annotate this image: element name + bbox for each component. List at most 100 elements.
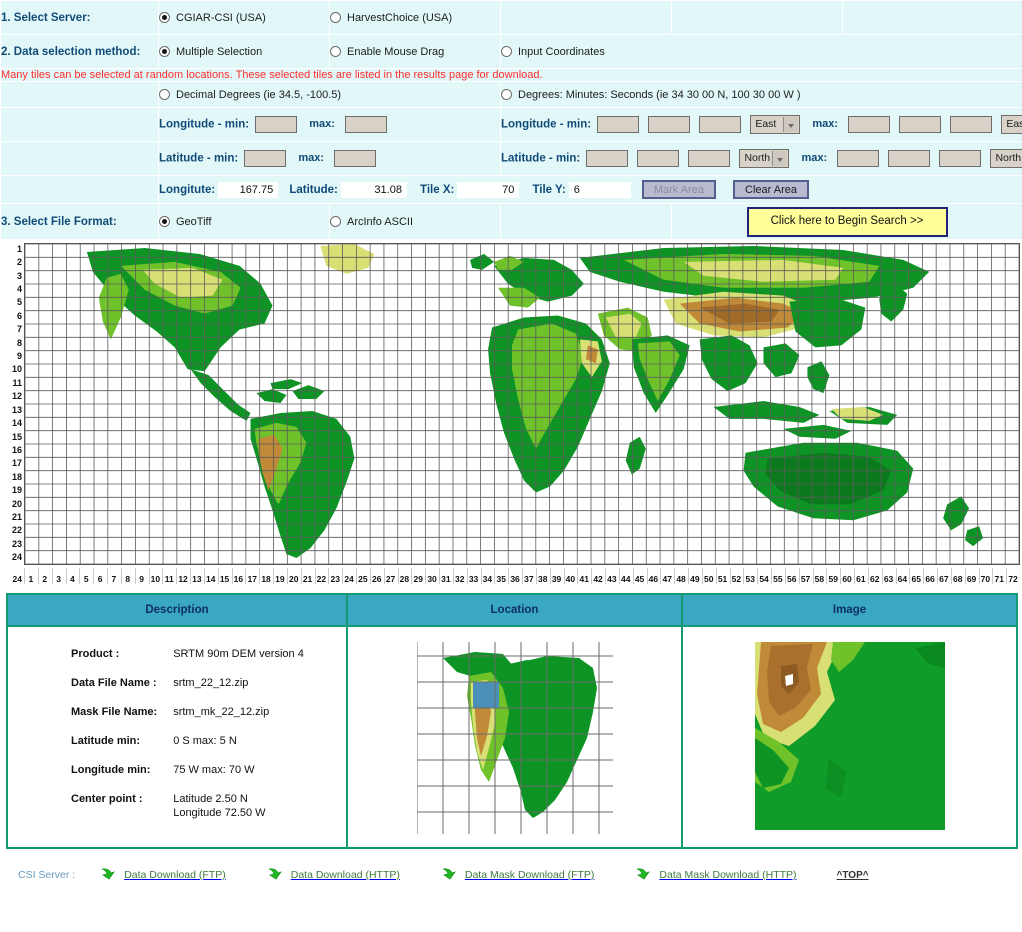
- method-option-multiple[interactable]: Multiple Selection: [158, 34, 330, 69]
- map-column-separator: [273, 568, 274, 584]
- map-column-label: 30: [427, 574, 437, 584]
- latitude-inputs-row: Latitude - min: max: Latitude - min: Nor…: [0, 141, 1022, 176]
- map-column-separator: [65, 568, 67, 584]
- dd-latitude-max-input[interactable]: [334, 150, 377, 167]
- dms-lat-min-direction-select[interactable]: North: [739, 149, 790, 168]
- link-mask-download-ftp[interactable]: Data Mask Download (FTP): [440, 867, 594, 884]
- radio-arcinfo-ascii-icon[interactable]: [330, 215, 341, 227]
- method-inputcoords-label: Input Coordinates: [518, 45, 605, 58]
- header-description: Description: [6, 593, 348, 627]
- map-column-separator: [660, 568, 662, 584]
- dms-lat-max-seconds-input[interactable]: [939, 150, 982, 167]
- map-column-label: 3: [56, 574, 61, 584]
- begin-search-button[interactable]: Click here to Begin Search >>: [746, 206, 948, 237]
- radio-cgiar-icon[interactable]: [159, 11, 170, 23]
- dms-lon-max-deg-input[interactable]: [848, 116, 891, 133]
- map-column-separator: [190, 568, 191, 584]
- map-column-label: 61: [856, 574, 866, 584]
- map-column-separator: [24, 568, 25, 584]
- map-column-label: 52: [731, 574, 742, 584]
- format-option-ascii[interactable]: ArcInfo ASCII: [329, 203, 501, 240]
- dms-lat-min-seconds-input[interactable]: [688, 150, 731, 167]
- dms-lon-min-minutes-input[interactable]: [648, 116, 691, 133]
- radio-multiple-selection-icon[interactable]: [159, 45, 170, 57]
- radio-mouse-drag-icon[interactable]: [330, 45, 341, 57]
- desc-value-center-lon: Longitude 72.50 W: [173, 807, 266, 819]
- desc-label-datafile: Data File Name :: [71, 677, 157, 689]
- map-column-separator: [605, 568, 606, 584]
- dd-longitude-max-input[interactable]: [344, 116, 387, 133]
- readout-tilex-label: Tile X:: [420, 184, 455, 196]
- map-column-separator: [134, 568, 136, 584]
- format-option-geotiff[interactable]: GeoTiff: [158, 203, 330, 240]
- desc-value-center-lat: Latitude 2.50 N: [173, 793, 248, 805]
- map-column-separator: [480, 568, 482, 584]
- coordmode-dms[interactable]: Degrees: Minutes: Seconds (ie 34 30 00 N…: [500, 81, 1022, 108]
- map-column-separator: [286, 568, 288, 584]
- method-option-inputcoords[interactable]: Input Coordinates: [500, 34, 1022, 69]
- dms-lon-min-seconds-input[interactable]: [699, 116, 742, 133]
- clear-area-button[interactable]: Clear Area: [733, 180, 810, 199]
- dms-lat-max-deg-input[interactable]: [837, 150, 880, 167]
- dms-lon-max-direction-select[interactable]: East: [1001, 115, 1022, 134]
- map-column-label: 1: [28, 574, 34, 584]
- desc-row-center2: Longitude 72.50 W: [71, 807, 304, 834]
- back-to-top-link[interactable]: ^TOP^: [837, 870, 869, 881]
- map-column-label: 59: [828, 574, 838, 584]
- coordmode-decimal[interactable]: Decimal Degrees (ie 34.5, -100.5): [158, 81, 501, 108]
- dms-lon-min-direction-value: East: [755, 118, 777, 130]
- dms-lat-min-deg-input[interactable]: [586, 150, 629, 167]
- radio-dms-icon[interactable]: [501, 88, 512, 100]
- desc-value-latitude: 0 S max: 5 N: [173, 735, 237, 747]
- map-column-label: 48: [676, 574, 686, 584]
- dms-lat-max-direction-select[interactable]: North: [990, 149, 1022, 168]
- map-column-separator: [93, 568, 95, 584]
- mark-area-button[interactable]: Mark Area: [641, 180, 716, 199]
- map-column-label: 62: [870, 574, 880, 584]
- map-column-separator: [356, 568, 357, 584]
- map-column-label: 68: [953, 574, 963, 584]
- dd-latitude-min-input[interactable]: [244, 150, 287, 167]
- radio-input-coordinates-icon[interactable]: [501, 45, 512, 57]
- link-label-data-http: Data Download (HTTP): [290, 869, 400, 881]
- dms-lon-min-direction-select[interactable]: East: [750, 115, 801, 134]
- link-data-download-http[interactable]: Data Download (HTTP): [266, 867, 400, 884]
- method-option-mousedrag[interactable]: Enable Mouse Drag: [329, 34, 501, 69]
- method-multiple-label: Multiple Selection: [176, 45, 263, 58]
- download-arrow-icon: [268, 867, 282, 879]
- dd-longitude-min-input[interactable]: [255, 116, 298, 133]
- map-row-label: 24: [11, 552, 22, 563]
- map-column-separator: [632, 568, 634, 584]
- map-column-label: 45: [634, 574, 645, 584]
- radio-decimal-degrees-icon[interactable]: [159, 88, 170, 100]
- fileformat-row: 3. Select File Format: GeoTiff ArcInfo A…: [0, 203, 1022, 240]
- dms-lat-min-minutes-input[interactable]: [637, 150, 680, 167]
- map-column-label: 57: [800, 574, 811, 584]
- lat-row-spacer: [0, 141, 159, 176]
- link-data-download-ftp[interactable]: Data Download (FTP): [99, 867, 226, 884]
- dms-lon-max-seconds-input[interactable]: [950, 116, 993, 133]
- radio-harvestchoice-icon[interactable]: [330, 11, 341, 23]
- map-column-label: 58: [814, 574, 825, 584]
- map-column-label: 50: [704, 574, 714, 584]
- dd-latitude-label: Latitude - min:: [159, 152, 239, 165]
- link-mask-download-http[interactable]: Data Mask Download (HTTP): [634, 867, 797, 884]
- server-option-harvestchoice[interactable]: HarvestChoice (USA): [329, 0, 501, 35]
- dms-lon-max-minutes-input[interactable]: [899, 116, 942, 133]
- map-row-label: 6: [16, 310, 22, 321]
- format-ascii-label: ArcInfo ASCII: [347, 215, 414, 228]
- dms-lat-max-minutes-input[interactable]: [888, 150, 931, 167]
- dms-lon-min-deg-input[interactable]: [597, 116, 640, 133]
- map-column-separator: [314, 568, 316, 584]
- map-column-label: 42: [593, 574, 603, 584]
- desc-row-center: Center point : Latitude 2.50 N: [71, 793, 304, 805]
- csi-server-label: CSI Server :: [18, 869, 76, 881]
- map-column-separator: [757, 568, 759, 584]
- server-option-cgiar[interactable]: CGIAR-CSI (USA): [158, 0, 330, 35]
- map-canvas[interactable]: [24, 243, 1020, 565]
- world-tile-map[interactable]: 1 2 3 4 5 6 7 8 9 10 11 12 13 14 15 16 17 18 19 20 21 22 23 24 …: [0, 240, 1022, 585]
- server-row-spacer-1: [500, 0, 672, 35]
- map-column-label: 5: [83, 574, 89, 584]
- radio-geotiff-icon[interactable]: [159, 215, 170, 227]
- selection-warning: Many tiles can be selected at random loc…: [0, 68, 1022, 82]
